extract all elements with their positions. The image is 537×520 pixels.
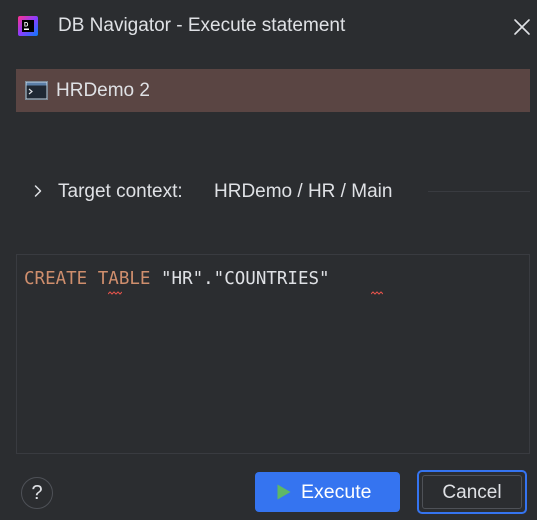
sql-table-identifier: "HR"."COUNTRIES" [161,269,330,289]
sql-editor[interactable]: CREATE TABLE "HR"."COUNTRIES" [16,254,530,454]
connection-selector[interactable]: HRDemo 2 [16,69,530,112]
dbn-plugin-icon: D [18,16,38,36]
execute-button[interactable]: Execute [255,472,400,512]
execute-label: Execute [301,481,372,503]
title-bar: D DB Navigator - Execute statement [0,0,537,52]
connection-name: HRDemo 2 [56,80,150,101]
close-icon[interactable] [508,13,536,41]
window-title: DB Navigator - Execute statement [58,15,346,36]
spelling-error-underline [108,291,122,295]
target-context-value: HRDemo / HR / Main [214,181,393,202]
chevron-right-icon[interactable] [33,184,43,198]
syntax-error-underline [371,291,383,295]
sql-statement[interactable]: CREATE TABLE "HR"."COUNTRIES" [24,267,330,291]
cancel-label: Cancel [442,482,502,503]
cancel-button[interactable]: Cancel [417,470,527,514]
target-context-label: Target context: [58,181,183,202]
section-divider [428,191,530,192]
help-button[interactable]: ? [21,477,53,509]
play-icon [277,484,291,500]
console-icon [25,81,48,100]
sql-keyword-table: TABLE [97,269,151,289]
svg-text:D: D [24,23,29,29]
sql-keyword-create: CREATE [24,269,88,289]
target-context-row[interactable]: Target context: HRDemo / HR / Main [0,178,537,206]
